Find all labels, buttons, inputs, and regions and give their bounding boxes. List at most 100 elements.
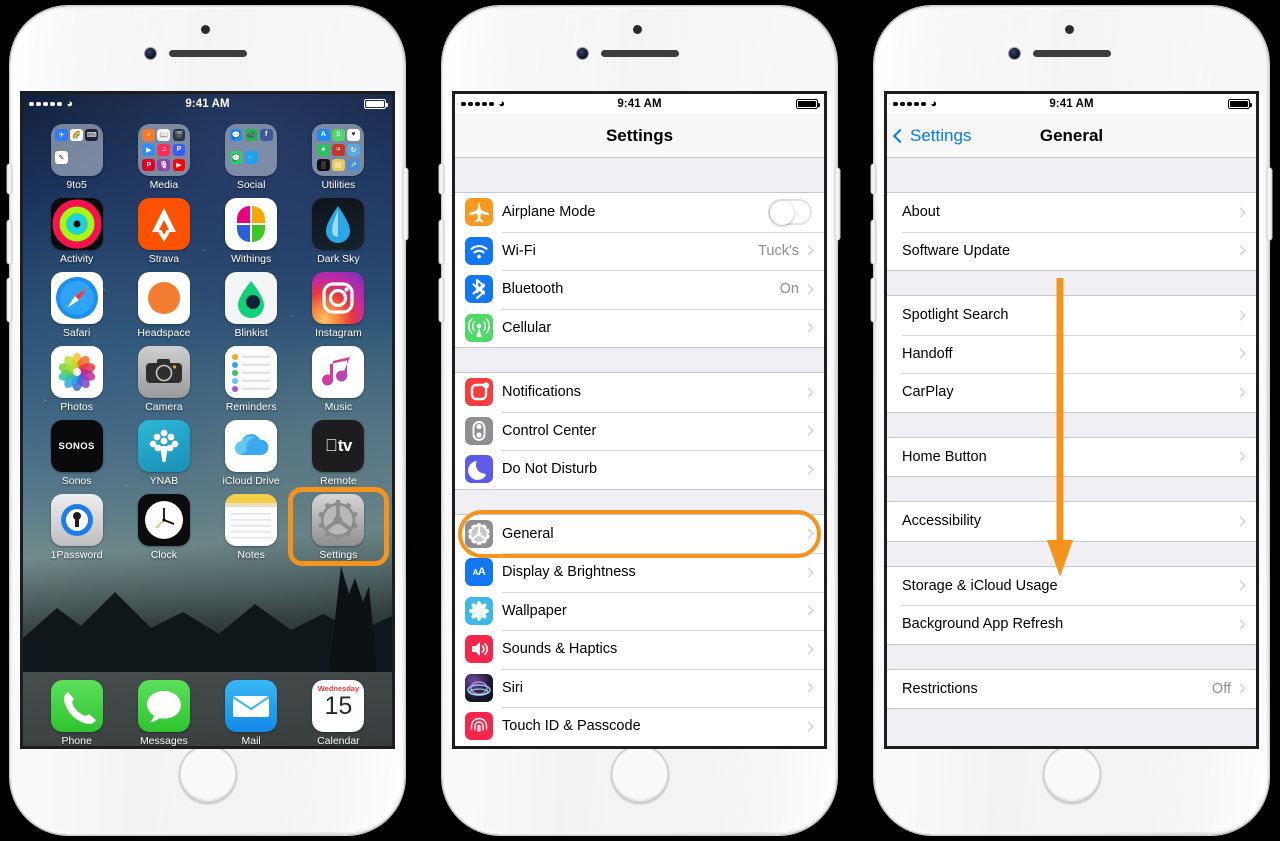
dock-app-messages[interactable]: Messages — [120, 680, 207, 746]
general-row-spotlight-search[interactable]: Spotlight Search — [887, 296, 1256, 335]
settings-row-do-not-disturb[interactable]: Do Not Disturb — [455, 450, 824, 489]
general-row-about[interactable]: About — [887, 193, 1256, 232]
app-reminders[interactable]: Reminders — [208, 346, 295, 413]
home-button[interactable] — [610, 745, 669, 803]
dock-app-calendar[interactable]: Wednesday 15 Calendar — [295, 680, 382, 746]
settings-row-general[interactable]: General — [455, 514, 824, 553]
app-strava[interactable]: Strava — [120, 198, 207, 265]
general-group: Accessibility — [887, 501, 1256, 542]
settings-row-bluetooth[interactable]: Bluetooth On — [455, 270, 824, 309]
app-safari[interactable]: Safari — [33, 272, 120, 339]
app-remote[interactable]: tv Remote — [295, 420, 382, 487]
app-dark-sky[interactable]: Dark Sky — [295, 198, 382, 265]
screen-home: ◕ 9:41 AM ✈ 🌈 ⌨ ✎ 9to5 ♪ 📖 🎬 ▶ ♫ P P 🎙 ▶ Media 💬 📹 f 💬 🐦 Soc… — [23, 94, 392, 746]
general-row-restrictions[interactable]: Restrictions Off — [887, 669, 1256, 708]
battery-full-icon — [796, 99, 821, 109]
group-spacer — [887, 477, 1256, 501]
app-headspace[interactable]: Headspace — [120, 272, 207, 339]
app-instagram[interactable]: Instagram — [295, 272, 382, 339]
app-icloud-drive[interactable]: iCloud Drive — [208, 420, 295, 487]
power-button[interactable] — [403, 168, 408, 240]
settings-row-siri[interactable]: Siri — [455, 668, 824, 707]
settings-row-wallpaper[interactable]: Wallpaper — [455, 591, 824, 630]
app-photos[interactable]: Photos — [33, 346, 120, 413]
activity-rings-icon — [50, 198, 103, 250]
app-settings[interactable]: Settings — [295, 494, 382, 561]
general-row-accessibility[interactable]: Accessibility — [887, 502, 1256, 541]
general-row-handoff[interactable]: Handoff — [887, 334, 1256, 373]
folder-mini-icon: ≈ — [331, 143, 345, 157]
folder-icon: A $ ♥ ● ≈ ↻ ░ ▤ ↗ — [312, 124, 365, 176]
volume-up-button[interactable] — [439, 220, 444, 264]
home-button[interactable] — [178, 745, 237, 803]
settings-row-display-brightness[interactable]: AA Display & Brightness — [455, 553, 824, 592]
power-button[interactable] — [1267, 168, 1272, 240]
app-notes[interactable]: Notes — [208, 494, 295, 561]
folder-mini-icon: 🐦 — [244, 151, 258, 164]
general-row-software-update[interactable]: Software Update — [887, 231, 1256, 270]
settings-row-notifications[interactable]: Notifications — [455, 373, 824, 412]
messages-bubble-icon — [137, 680, 190, 732]
app-withings[interactable]: Withings — [208, 198, 295, 265]
power-button[interactable] — [835, 168, 840, 240]
settings-list-container: Settings Airplane Mode Wi-Fi Tuck's Bluetoo… — [455, 114, 824, 746]
app-ynab[interactable]: YNAB — [120, 420, 207, 487]
chevron-left-icon — [892, 128, 908, 143]
folder-social[interactable]: 💬 📹 f 💬 🐦 Social — [208, 124, 295, 191]
volume-up-button[interactable] — [7, 220, 12, 264]
volume-down-button[interactable] — [439, 278, 444, 322]
mute-switch[interactable] — [7, 164, 12, 194]
folder-mini-icon: ▶ — [172, 158, 186, 172]
1password-icon — [50, 494, 103, 546]
folder-media[interactable]: ♪ 📖 🎬 ▶ ♫ P P 🎙 ▶ Media — [120, 124, 207, 191]
volume-down-button[interactable] — [7, 278, 12, 322]
settings-row-airplane-mode[interactable]: Airplane Mode — [455, 193, 824, 232]
proximity-sensor — [632, 25, 642, 34]
page-dot[interactable] — [211, 662, 216, 668]
general-row-home-button[interactable]: Home Button — [887, 437, 1256, 476]
folder-mini-icon: ♥ — [347, 128, 360, 142]
settings-row-touch-id-passcode[interactable]: Touch ID & Passcode — [455, 707, 824, 746]
folder-utilities[interactable]: A $ ♥ ● ≈ ↻ ░ ▤ ↗ Utilities — [295, 124, 382, 191]
app-sonos[interactable]: SONOS Sonos — [33, 420, 120, 487]
airplane-mode-toggle[interactable] — [768, 199, 812, 226]
wifi-icon — [465, 236, 493, 265]
app-music[interactable]: Music — [295, 346, 382, 413]
page-dot[interactable] — [199, 662, 204, 668]
app-label: Messages — [139, 735, 188, 746]
dock-app-phone[interactable]: Phone — [33, 680, 120, 746]
general-row-storage-icloud-usage[interactable]: Storage & iCloud Usage — [887, 566, 1256, 605]
settings-gear-icon — [312, 494, 365, 546]
app-label: Sonos — [61, 475, 92, 487]
back-button[interactable]: Settings — [892, 126, 971, 146]
general-row-carplay[interactable]: CarPlay — [887, 373, 1256, 412]
status-time: 9:41 AM — [1049, 98, 1094, 110]
app-blinkist[interactable]: Blinkist — [208, 272, 295, 339]
folder-mini-icon: 🌈 — [70, 128, 84, 142]
volume-down-button[interactable] — [871, 278, 876, 322]
page-indicator-dots[interactable] — [23, 658, 392, 672]
safari-compass-icon — [50, 272, 103, 324]
volume-up-button[interactable] — [871, 220, 876, 264]
dock-app-mail[interactable]: Mail — [208, 680, 295, 746]
home-screen-wallpaper: ◕ 9:41 AM ✈ 🌈 ⌨ ✎ 9to5 ♪ 📖 🎬 ▶ ♫ P P 🎙 ▶ Media 💬 📹 f 💬 🐦 Soc… — [23, 94, 392, 746]
folder-9to5[interactable]: ✈ 🌈 ⌨ ✎ 9to5 — [33, 124, 120, 191]
app-1password[interactable]: 1Password — [33, 494, 120, 561]
app-row: Activity Strava Withings Dark Sky — [33, 198, 382, 265]
home-button[interactable] — [1042, 745, 1101, 803]
general-row-background-app-refresh[interactable]: Background App Refresh — [887, 605, 1256, 644]
settings-row-cellular[interactable]: Cellular — [455, 308, 824, 347]
mute-switch[interactable] — [439, 164, 444, 194]
row-label: About — [902, 204, 940, 221]
settings-row-wi-fi[interactable]: Wi-Fi Tuck's — [455, 231, 824, 270]
app-camera[interactable]: Camera — [120, 346, 207, 413]
mute-switch[interactable] — [871, 164, 876, 194]
group-spacer — [887, 541, 1256, 566]
settings-row-sounds-haptics[interactable]: Sounds & Haptics — [455, 630, 824, 669]
app-row: SONOS Sonos YNAB iCloud Drive tv Remote — [33, 420, 382, 487]
chevron-right-icon — [1235, 245, 1246, 256]
app-activity[interactable]: Activity — [33, 198, 120, 265]
app-clock[interactable]: Clock — [120, 494, 207, 561]
camera-icon — [137, 346, 190, 398]
settings-row-control-center[interactable]: Control Center — [455, 411, 824, 450]
